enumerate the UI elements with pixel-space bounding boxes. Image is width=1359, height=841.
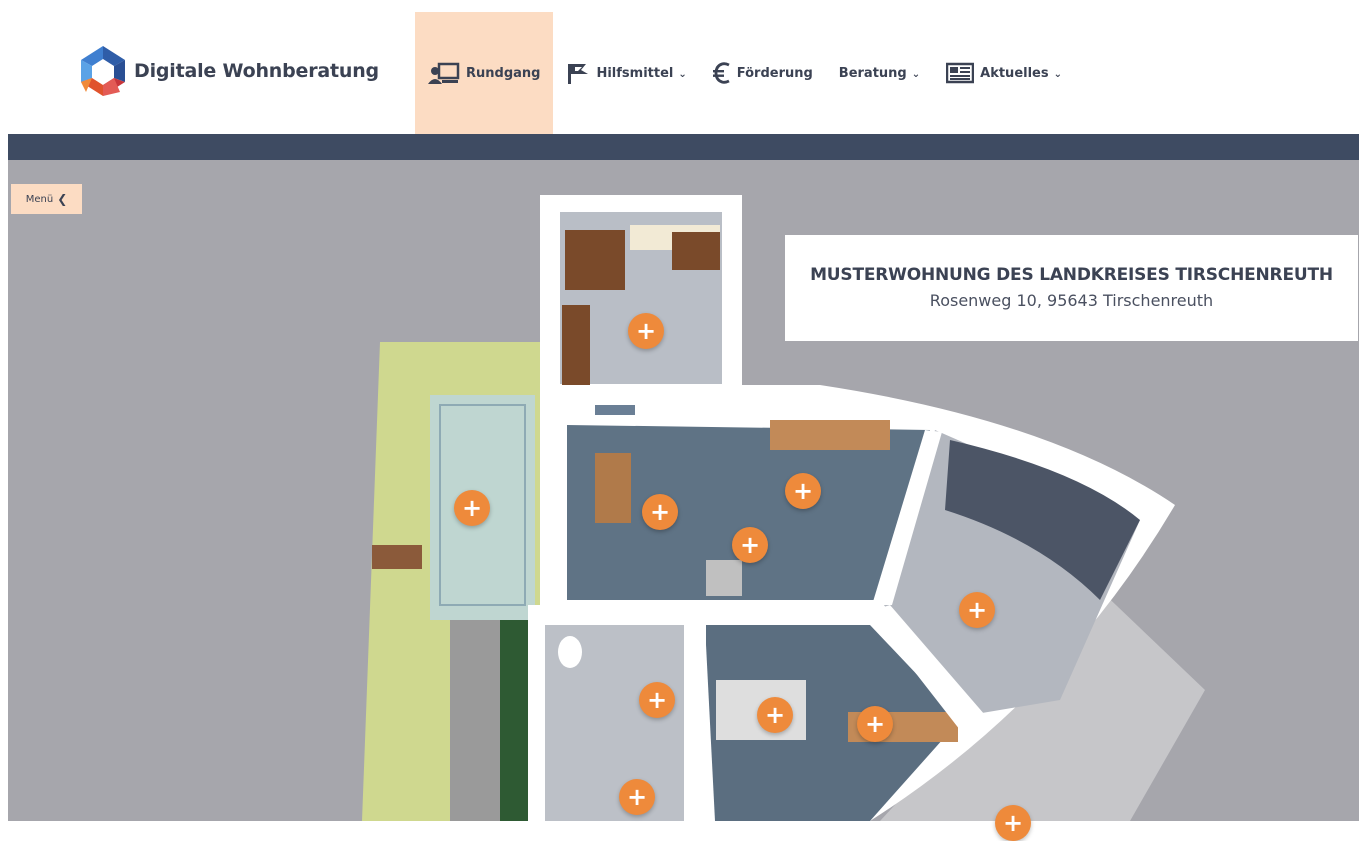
nav-label-aktuelles: Aktuelles (980, 65, 1049, 81)
logo[interactable]: Digitale Wohnberatung (76, 42, 379, 100)
hotspot-desk[interactable]: + (857, 706, 893, 742)
header: Digitale Wohnberatung Rundgang Hilfsmitt… (0, 0, 1359, 134)
nav-item-aktuelles[interactable]: Aktuelles ⌄ (933, 12, 1075, 134)
apartment-address: Rosenweg 10, 95643 Tirschenreuth (929, 291, 1214, 310)
kitchen-table (672, 232, 720, 270)
header-bar (8, 134, 1359, 160)
house-logo-icon (81, 46, 125, 96)
screen-person-icon (428, 62, 460, 84)
hotspot-bedroom[interactable]: + (757, 697, 793, 733)
kitchen-counter (565, 230, 625, 290)
chevron-down-icon: ⌄ (1053, 68, 1062, 80)
menu-label: Menü (25, 193, 54, 205)
nav-label-beratung: Beratung (838, 65, 907, 81)
hotspot-dining[interactable]: + (642, 494, 678, 530)
apartment-info-box: MUSTERWOHNUNG DES LANDKREISES TIRSCHENRE… (785, 235, 1358, 341)
nav-label-foerderung: Förderung (736, 65, 813, 81)
newspaper-icon (946, 62, 975, 84)
hotspot-kitchen[interactable]: + (628, 313, 664, 349)
nav-item-rundgang[interactable]: Rundgang (415, 12, 554, 134)
hotspot-living[interactable]: + (785, 473, 821, 509)
tv-board (770, 420, 890, 450)
brand-name: Digitale Wohnberatung (134, 60, 379, 82)
toilet (558, 636, 582, 668)
kitchen-sideboard (562, 305, 590, 385)
window (595, 405, 635, 415)
chevron-down-icon: ⌄ (911, 68, 921, 80)
bench (372, 545, 422, 569)
armchair (706, 560, 742, 596)
nav-item-beratung[interactable]: Beratung ⌄ (826, 12, 933, 134)
apartment-title: MUSTERWOHNUNG DES LANDKREISES TIRSCHENRE… (810, 265, 1333, 285)
menu-toggle-button[interactable]: Menü ❮ (11, 184, 82, 214)
hotspot-bathroom-lower[interactable]: + (619, 779, 655, 815)
hotspot-armchair[interactable]: + (732, 527, 768, 563)
hedge (500, 620, 530, 821)
wall (540, 385, 745, 395)
path (450, 620, 500, 821)
chevron-down-icon: ⌄ (678, 68, 687, 80)
wall (540, 600, 880, 625)
hotspot-balcony[interactable]: + (995, 805, 1031, 841)
hotspot-bathroom[interactable]: + (639, 682, 675, 718)
euro-icon (712, 62, 731, 84)
dining-table (595, 453, 631, 523)
flag-icon (566, 62, 590, 84)
hotspot-porch[interactable]: + (454, 490, 490, 526)
wall (684, 600, 706, 821)
chevron-left-icon: ❮ (57, 192, 68, 206)
nav-item-foerderung[interactable]: Förderung (700, 12, 826, 134)
main-nav: Rundgang Hilfsmittel ⌄ Förderung Beratun… (415, 12, 1075, 134)
nav-label-hilfsmittel: Hilfsmittel (596, 65, 674, 81)
nav-label-rundgang: Rundgang (466, 65, 541, 81)
nav-item-hilfsmittel[interactable]: Hilfsmittel ⌄ (553, 12, 699, 134)
hotspot-stairs[interactable]: + (959, 592, 995, 628)
